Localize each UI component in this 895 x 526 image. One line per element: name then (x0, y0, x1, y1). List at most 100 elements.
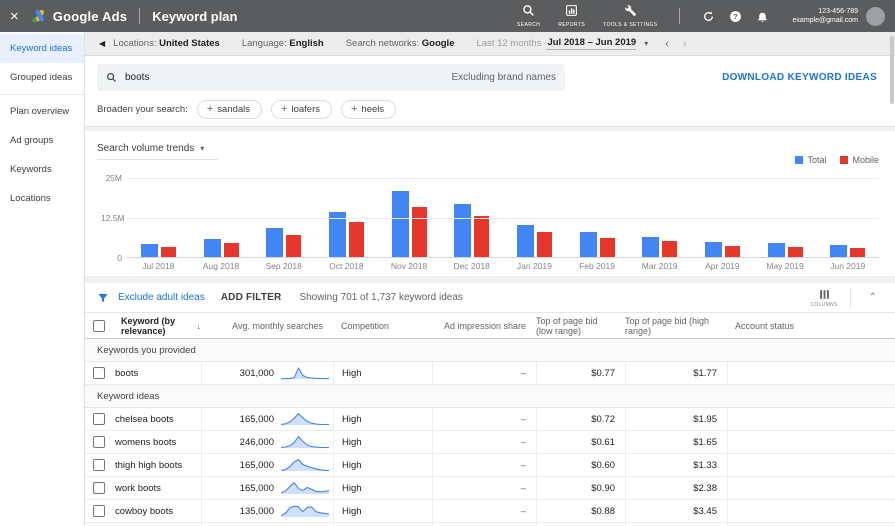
broaden-chip-sandals[interactable]: + sandals (196, 100, 263, 119)
close-icon[interactable]: × (10, 9, 19, 24)
bar-total-apr-2019[interactable] (704, 242, 722, 257)
bar-total-aug-2018[interactable] (203, 238, 221, 257)
appbar-action-tools[interactable]: TOOLS & SETTINGS (603, 4, 657, 29)
sidebar-item-ad-groups[interactable]: Ad groups (0, 126, 84, 155)
bar-mobile-mar-2019[interactable] (662, 241, 678, 257)
prev-period-icon[interactable]: ‹ (665, 38, 669, 50)
bar-total-nov-2018[interactable] (391, 191, 409, 257)
row-checkbox[interactable] (93, 413, 105, 425)
networks-setting[interactable]: Search networks: Google (346, 38, 455, 49)
sidebar-item-keywords[interactable]: Keywords (0, 155, 84, 184)
exclude-adult-ideas-filter[interactable]: Exclude adult ideas (118, 292, 205, 303)
row-checkbox[interactable] (93, 436, 105, 448)
sidebar-item-grouped-ideas[interactable]: Grouped ideas (0, 63, 84, 92)
legend-item-mobile[interactable]: Mobile (840, 155, 879, 165)
collapse-table-icon[interactable]: ⌃ (863, 292, 883, 303)
keyword-cell[interactable]: chelsea boots (113, 408, 201, 430)
chart-metric-selector[interactable]: Search volume trends ▾ (97, 143, 219, 160)
bar-mobile-feb-2019[interactable] (599, 237, 615, 257)
row-checkbox[interactable] (93, 482, 105, 494)
row-checkbox[interactable] (93, 367, 105, 379)
top-of-page-bid-low-cell: $0.90 (536, 477, 625, 499)
keyword-cell[interactable]: work boots (113, 477, 201, 499)
bar-total-jul-2018[interactable] (140, 243, 158, 257)
col-header-avg-monthly-searches[interactable]: Avg. monthly searches (201, 313, 333, 338)
chart-y-tick: 12.5M (101, 213, 125, 223)
refresh-icon[interactable] (702, 10, 715, 23)
bar-mobile-jan-2019[interactable] (536, 232, 552, 257)
scrollbar[interactable] (890, 36, 894, 104)
date-range-value[interactable]: Jul 2018 – Jun 2019 (547, 37, 637, 50)
help-icon[interactable]: ? (729, 10, 742, 23)
broaden-chip-loafers[interactable]: + loafers (271, 100, 332, 119)
chart-x-tick: Dec 2018 (453, 260, 490, 271)
search-icon (522, 4, 535, 22)
bar-total-sep-2018[interactable] (266, 228, 284, 257)
bar-mobile-sep-2018[interactable] (286, 234, 302, 257)
bar-mobile-nov-2018[interactable] (411, 207, 427, 257)
row-checkbox[interactable] (93, 505, 105, 517)
notifications-bell-icon[interactable] (756, 10, 769, 23)
download-keyword-ideas-button[interactable]: DOWNLOAD KEYWORD IDEAS (722, 72, 883, 83)
language-setting[interactable]: Language: English (242, 38, 324, 49)
col-header-ad-impression-share[interactable]: Ad impression share (432, 313, 536, 338)
bar-mobile-aug-2018[interactable] (223, 242, 239, 257)
avg-monthly-searches-value: 246,000 (239, 436, 274, 448)
bar-mobile-jun-2019[interactable] (850, 247, 866, 257)
sidebar-item-locations[interactable]: Locations (0, 184, 84, 213)
bar-total-may-2019[interactable] (767, 243, 785, 257)
appbar-action-reports[interactable]: REPORTS (558, 4, 585, 29)
top-of-page-bid-high-cell: $2.38 (625, 477, 727, 499)
locations-setting[interactable]: Locations: United States (113, 38, 220, 49)
page-title: Keyword plan (152, 8, 238, 24)
col-header-competition[interactable]: Competition (333, 313, 432, 338)
legend-item-total[interactable]: Total (795, 155, 826, 165)
chart-x-tick: May 2019 (766, 260, 804, 271)
filter-funnel-icon[interactable] (97, 292, 109, 304)
bar-total-jan-2019[interactable] (516, 225, 534, 257)
bar-total-dec-2018[interactable] (454, 204, 472, 257)
chip-label: heels (361, 104, 385, 115)
keyword-cell[interactable]: thigh high boots (113, 454, 201, 476)
keyword-cell[interactable]: womens boots (113, 431, 201, 453)
col-header-top-of-page-bid-low-range[interactable]: Top of page bid (low range) (536, 313, 625, 338)
keyword-cell[interactable]: cowboy boots (113, 500, 201, 522)
col-header-keyword-by-relevance[interactable]: Keyword (by relevance) ↓ (113, 313, 201, 338)
avatar[interactable] (866, 6, 885, 26)
date-range-caret-icon[interactable]: ▾ (644, 39, 648, 48)
appbar-action-search[interactable]: SEARCH (517, 4, 540, 29)
bar-mobile-jul-2018[interactable] (160, 247, 176, 257)
bar-mobile-apr-2019[interactable] (724, 246, 740, 257)
sidebar-item-plan-overview[interactable]: Plan overview (0, 97, 84, 126)
broaden-chip-heels[interactable]: + heels (340, 100, 397, 119)
ad-impression-share-value: – (520, 505, 526, 517)
controls-divider (849, 287, 851, 308)
sidebar-item-keyword-ideas[interactable]: Keyword ideas (0, 34, 84, 63)
next-period-icon[interactable]: › (683, 38, 687, 50)
add-filter-button[interactable]: ADD FILTER (221, 292, 282, 303)
top-of-page-bid-low-cell: $0.61 (536, 431, 625, 453)
bar-total-jun-2019[interactable] (830, 245, 848, 257)
col-header-account-status[interactable]: Account status (727, 313, 895, 338)
bar-total-feb-2019[interactable] (579, 232, 597, 257)
account-info[interactable]: 123-456-789 example@gmail.com (793, 7, 858, 26)
bar-mobile-dec-2018[interactable] (474, 216, 490, 257)
bar-total-mar-2019[interactable] (642, 236, 660, 257)
select-all-checkbox[interactable] (93, 319, 105, 332)
col-header-top-of-page-bid-high-range[interactable]: Top of page bid (high range) (625, 313, 727, 338)
top-of-page-bid-low-cell: $0.77 (536, 362, 625, 384)
bar-mobile-oct-2018[interactable] (348, 221, 364, 257)
chart-x-tick: Nov 2018 (390, 260, 428, 271)
top-of-page-bid-high-cell: $1.77 (625, 362, 727, 384)
row-checkbox[interactable] (93, 459, 105, 471)
collapse-sidebar-icon[interactable]: ◀ (99, 39, 105, 48)
account-status-cell (727, 477, 895, 499)
bar-mobile-may-2019[interactable] (787, 247, 803, 257)
keyword-cell[interactable]: boots (113, 362, 201, 384)
columns-button[interactable]: COLUMNS (811, 288, 838, 308)
account-status-cell (727, 362, 895, 384)
account-status-cell (727, 431, 895, 453)
appbar-action-label: SEARCH (517, 21, 541, 28)
settings-bar: ◀ Locations: United States Language: Eng… (85, 32, 895, 104)
keyword-search-input[interactable]: boots Excluding brand names (97, 64, 565, 91)
